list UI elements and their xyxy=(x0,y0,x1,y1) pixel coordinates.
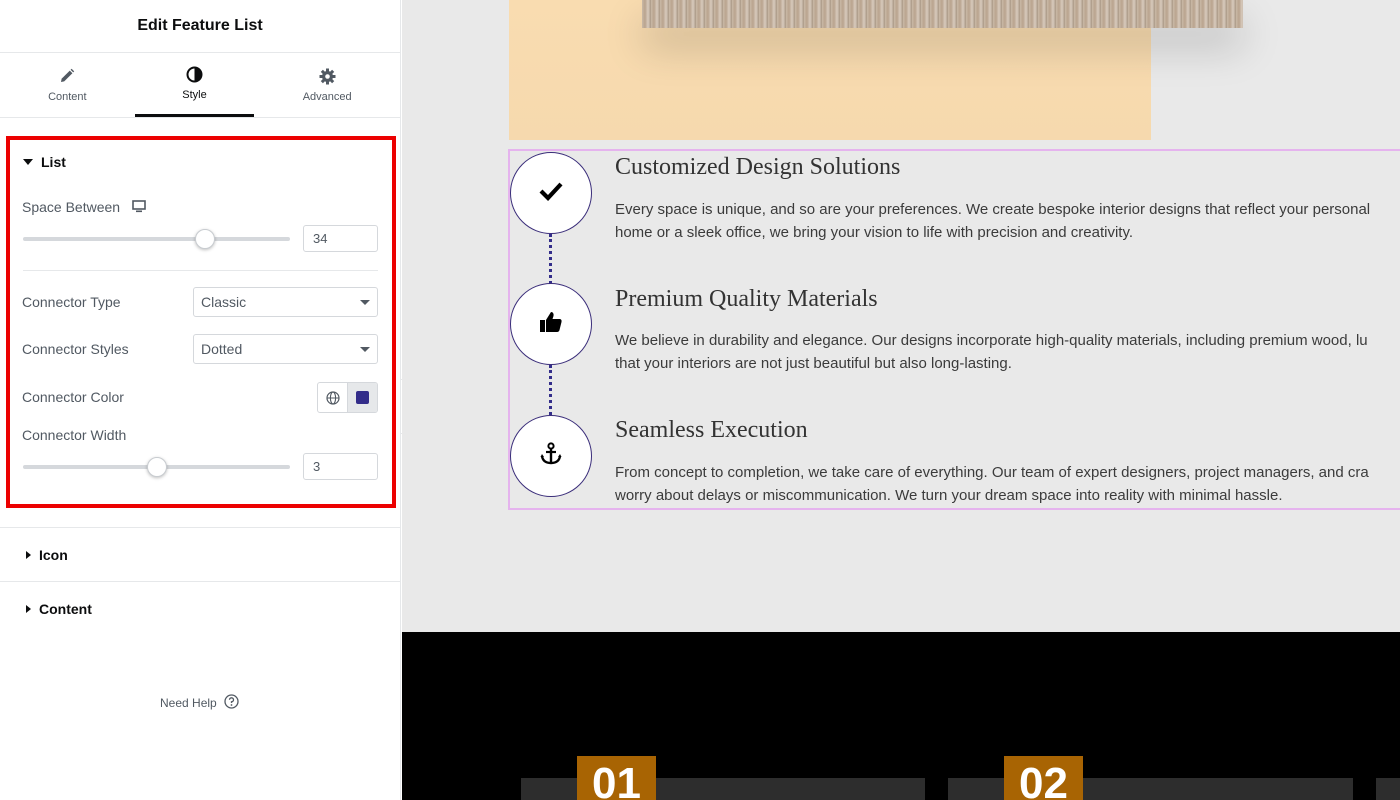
list-divider xyxy=(23,270,378,271)
need-help-link[interactable]: Need Help xyxy=(160,694,239,712)
chevron-down-icon xyxy=(360,299,370,305)
need-help-label: Need Help xyxy=(160,696,217,710)
feature-description-line: worry about delays or miscommunication. … xyxy=(615,487,1283,504)
process-section: 01 02 xyxy=(402,632,1400,800)
connector-color-picker xyxy=(317,382,378,413)
feature-icon-circle xyxy=(510,283,592,365)
space-between-slider-track[interactable] xyxy=(23,237,290,241)
space-between-slider-thumb[interactable] xyxy=(194,229,215,249)
globe-icon[interactable] xyxy=(318,383,348,412)
feature-description: We believe in durability and elegance. O… xyxy=(615,329,1400,375)
tab-style-label: Style xyxy=(182,89,207,101)
step-card xyxy=(1376,778,1400,800)
chevron-down-icon xyxy=(360,346,370,352)
panel-title: Edit Feature List xyxy=(137,17,263,34)
color-swatch-button[interactable] xyxy=(348,383,377,412)
check-icon xyxy=(539,181,563,206)
content-section[interactable]: Content xyxy=(0,581,401,635)
feature-description-line: Every space is unique, and so are your p… xyxy=(615,201,1371,218)
editor-panel: Edit Feature List Content Style Advanced… xyxy=(0,0,401,800)
connector-styles-label: Connector Styles xyxy=(22,341,129,357)
feature-description-line: that your interiors are not just beautif… xyxy=(615,355,1012,372)
space-between-label: Space Between xyxy=(22,199,121,215)
connector-styles-value: Dotted xyxy=(201,341,243,357)
icon-section-title: Icon xyxy=(39,546,68,563)
gear-icon xyxy=(319,68,336,85)
panel-header: Edit Feature List xyxy=(0,0,400,53)
caret-down-icon xyxy=(23,159,33,165)
feature-icon-circle xyxy=(510,415,592,497)
step-number-badge: 02 xyxy=(1004,756,1083,800)
list-section: List Space Between 34 Connector Type Cla… xyxy=(6,136,396,508)
panel-tabs: Content Style Advanced xyxy=(0,53,400,118)
wood-texture-image xyxy=(642,0,1243,28)
list-section-header[interactable]: List xyxy=(23,154,66,170)
list-section-title: List xyxy=(41,154,66,170)
connector-type-select[interactable]: Classic xyxy=(193,287,378,317)
feature-title: Premium Quality Materials xyxy=(615,286,878,312)
content-section-title: Content xyxy=(39,600,92,617)
connector-styles-select[interactable]: Dotted xyxy=(193,334,378,364)
connector-color-label: Connector Color xyxy=(22,389,124,405)
help-circle-icon xyxy=(224,694,239,712)
content-section-header[interactable]: Content xyxy=(26,601,92,617)
feature-icon-circle xyxy=(510,152,592,234)
feature-description-line: home or a sleek office, we bring your vi… xyxy=(615,224,1134,241)
step-number-badge: 01 xyxy=(577,756,656,800)
half-circle-icon xyxy=(186,66,203,83)
space-between-input[interactable]: 34 xyxy=(303,225,378,252)
connector-width-input[interactable]: 3 xyxy=(303,453,378,480)
feature-description: Every space is unique, and so are your p… xyxy=(615,198,1400,244)
anchor-icon xyxy=(539,441,563,471)
connector-type-value: Classic xyxy=(201,294,247,310)
connector-line xyxy=(549,234,552,284)
feature-title: Customized Design Solutions xyxy=(615,154,901,180)
page-canvas: Customized Design Solutions Every space … xyxy=(402,0,1400,800)
caret-right-icon xyxy=(26,550,31,559)
icon-section[interactable]: Icon xyxy=(0,527,401,581)
icon-section-header[interactable]: Icon xyxy=(26,547,68,563)
connector-type-label: Connector Type xyxy=(22,294,121,310)
feature-list-widget[interactable]: Customized Design Solutions Every space … xyxy=(508,149,1400,510)
caret-right-icon xyxy=(26,604,31,613)
feature-description-line: From concept to completion, we take care… xyxy=(615,464,1369,481)
color-swatch xyxy=(356,391,369,404)
tab-style[interactable]: Style xyxy=(134,53,255,117)
tab-content-label: Content xyxy=(48,90,87,103)
connector-width-slider-thumb[interactable] xyxy=(146,457,167,477)
feature-title: Seamless Execution xyxy=(615,417,808,443)
pencil-icon xyxy=(59,68,75,85)
tab-advanced-label: Advanced xyxy=(302,90,352,103)
tab-advanced[interactable]: Advanced xyxy=(254,53,400,117)
thumbs-up-icon xyxy=(539,310,563,339)
feature-description: From concept to completion, we take care… xyxy=(615,461,1400,507)
feature-description-line: We believe in durability and elegance. O… xyxy=(615,332,1368,349)
desktop-icon[interactable] xyxy=(132,200,146,218)
tab-content[interactable]: Content xyxy=(0,53,135,117)
connector-line xyxy=(549,365,552,415)
connector-width-label: Connector Width xyxy=(22,427,127,443)
